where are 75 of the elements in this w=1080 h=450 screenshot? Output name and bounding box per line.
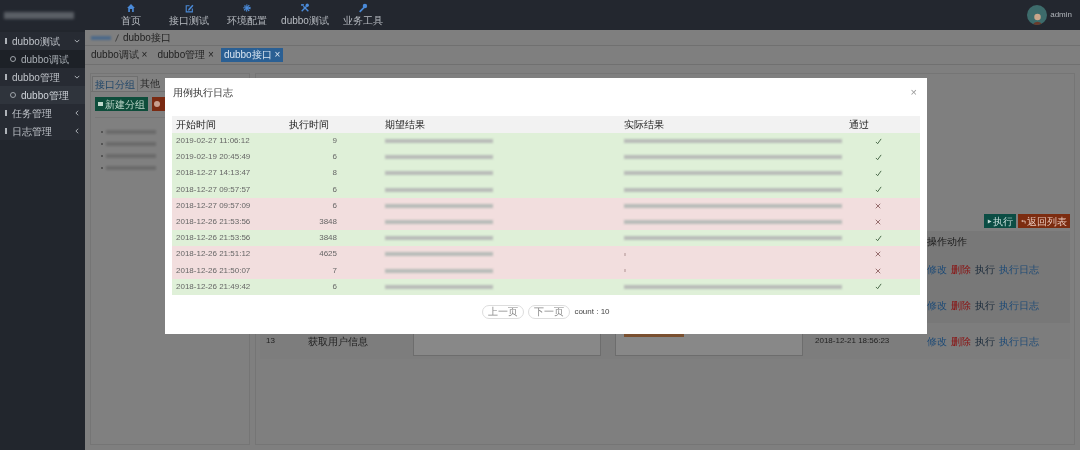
panel-tab[interactable]: 接口分组	[92, 76, 138, 91]
gear-icon[interactable]	[242, 3, 252, 13]
sidebar-item[interactable]: dubbo测试	[0, 32, 85, 50]
page-tab[interactable]: dubbo接口 ×	[220, 48, 284, 62]
action-link[interactable]: 修改	[927, 297, 947, 313]
column-header: 执行时间	[288, 118, 330, 132]
action-link[interactable]: 删除	[951, 333, 971, 349]
action-link[interactable]: 执行日志	[999, 261, 1039, 277]
table-cell-text: 13	[265, 335, 276, 347]
action-link[interactable]: 删除	[951, 297, 971, 313]
table-cell-text: 2018-12-26 21:51:12	[175, 248, 252, 261]
new-group-button[interactable]: 新建分组	[95, 97, 148, 111]
action-link[interactable]: 修改	[927, 333, 947, 349]
table-cell-text: 6	[331, 183, 337, 196]
nav-link[interactable]: 接口测试	[169, 15, 209, 27]
play-icon	[987, 218, 992, 224]
sidebar-subitem[interactable]: dubbo管理	[0, 86, 85, 104]
table-cell-text: 2018-12-27 09:57:57	[175, 183, 252, 196]
column-header: 通过	[848, 118, 870, 132]
table-cell-text: 2018-12-26 21:50:07	[175, 264, 252, 277]
edit-icon[interactable]	[184, 3, 194, 13]
table-cell-text: 2018-12-26 21:53:56	[175, 232, 252, 245]
table-cell-text: 3848	[318, 216, 337, 229]
table-cell-text: 9	[331, 135, 337, 148]
breadcrumb-item: dubbo接口	[123, 31, 171, 45]
action-link[interactable]: 执行日志	[999, 333, 1039, 349]
action-link[interactable]: 执行日志	[999, 297, 1039, 313]
home-icon[interactable]	[126, 3, 136, 13]
logo	[4, 11, 74, 19]
action-link[interactable]: 执行	[975, 261, 995, 277]
table-cell-text: 6	[331, 280, 337, 293]
table-cell-text: 6	[331, 199, 337, 212]
sidebar-item[interactable]: dubbo管理	[0, 68, 85, 86]
table-cell-text: 3848	[318, 232, 337, 245]
page-tab[interactable]: dubbo管理 ×	[154, 48, 217, 62]
table-cell: 2018-12-21 18:56:23	[815, 335, 890, 347]
table-cell-text: 2018-12-27 09:57:09	[175, 199, 252, 212]
column-header: 期望结果	[384, 118, 426, 132]
sidebar-item[interactable]: 日志管理	[0, 122, 85, 140]
panel-tab[interactable]: 其他	[138, 76, 162, 91]
run-button[interactable]: 执行	[984, 214, 1016, 228]
table-cell-text: 获取用户信息	[308, 334, 369, 349]
nav-link[interactable]: 环境配置	[227, 15, 267, 27]
user-name[interactable]: admin	[1050, 9, 1072, 21]
table-cell-text: 4625	[318, 248, 337, 261]
table-cell-text: 2018-12-26 21:53:56	[175, 216, 252, 229]
column-header: 操作动作	[926, 234, 968, 249]
avatar[interactable]	[1027, 5, 1048, 25]
table-cell-text: 7	[331, 264, 337, 277]
breadcrumb-separator-icon	[115, 33, 119, 42]
sidebar-subitem[interactable]: dubbo调试	[0, 50, 85, 68]
action-link[interactable]: 执行	[975, 297, 995, 313]
nav-link[interactable]: 业务工具	[343, 15, 383, 27]
tools-icon[interactable]	[300, 3, 310, 13]
table-cell-text: 2019-02-19 20:45:49	[175, 151, 252, 164]
table-cell-text: 8	[331, 167, 337, 180]
action-link[interactable]: 删除	[951, 261, 971, 277]
wrench-icon[interactable]	[358, 3, 368, 13]
table-cell-text: 2019-02-27 11:06:12	[175, 135, 251, 148]
action-link[interactable]: 修改	[927, 261, 947, 277]
action-link[interactable]: 执行	[975, 333, 995, 349]
column-header: 开始时间	[175, 118, 217, 132]
table-cell-text: 2018-12-26 21:49:42	[175, 280, 252, 293]
page-count: count : 10	[574, 305, 610, 318]
table-cell-text: 6	[331, 151, 337, 164]
dialog-title: 用例执行日志	[173, 85, 233, 100]
page-tab[interactable]: dubbo调试 ×	[88, 48, 151, 62]
back-button[interactable]: 返回列表	[1018, 214, 1070, 228]
nav-link[interactable]: 首页	[121, 15, 141, 27]
return-arrow-icon	[1021, 218, 1026, 224]
table-cell-text: 2018-12-27 14:13:47	[175, 167, 252, 180]
close-button[interactable]: ×	[910, 83, 917, 101]
column-header: 实际结果	[623, 118, 665, 132]
nav-link[interactable]: dubbo测试	[281, 15, 329, 27]
sidebar-item[interactable]: 任务管理	[0, 104, 85, 122]
